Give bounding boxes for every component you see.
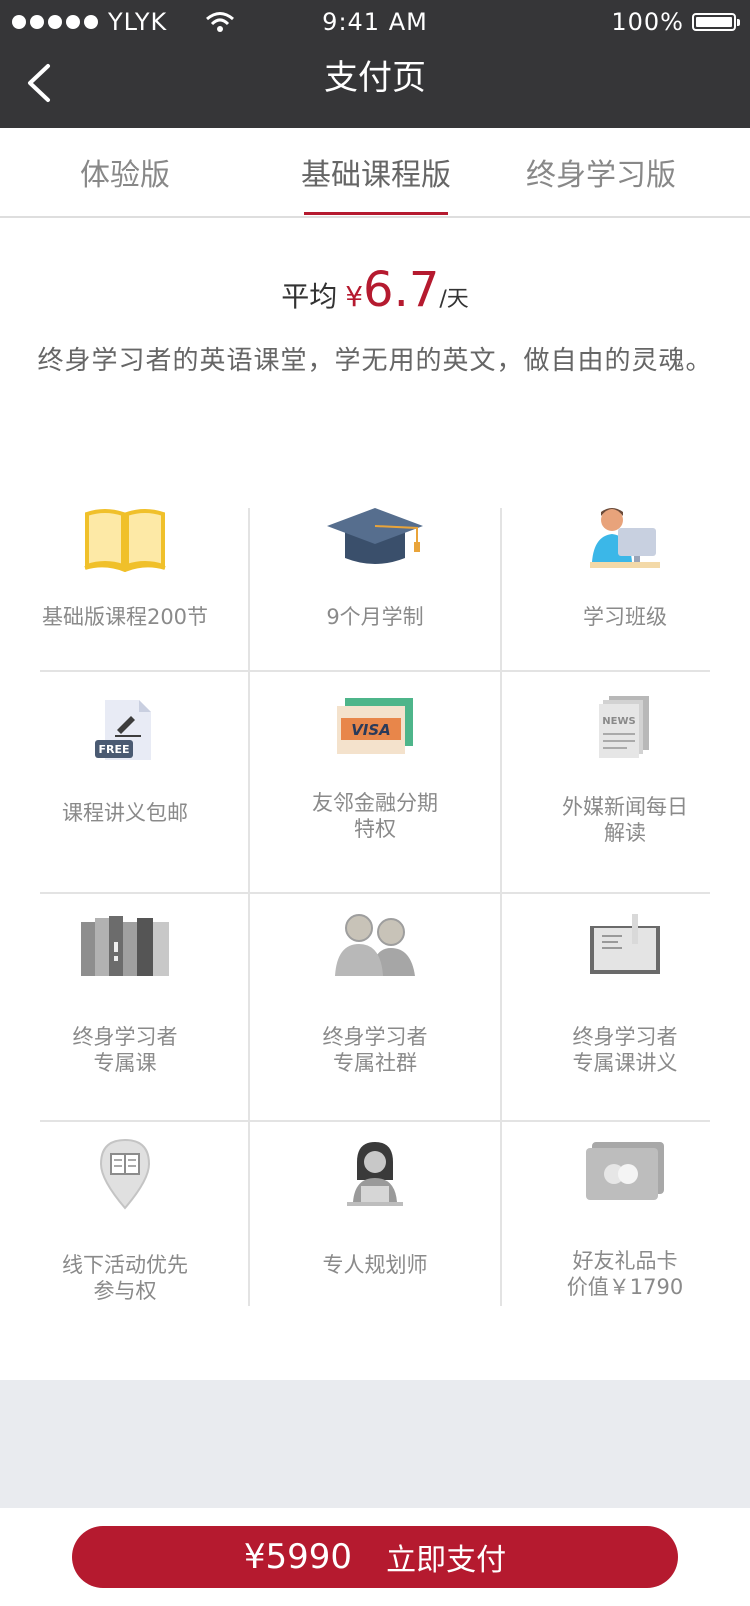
benefits-grid: 基础版课程200节 9个月学制 学习班级 FREE 课程讲义包邮 VISA 友邻… [0,448,750,1380]
benefit-item: 专人规划师 [250,1120,500,1306]
benefit-item: 基础版课程200节 [0,448,250,670]
benefit-label-line2: 专属课讲义 [572,1051,678,1075]
status-bar-right: 100% [611,8,740,36]
community-icon [335,914,415,976]
books-icon [81,916,169,976]
battery-percent: 100% [611,8,684,36]
benefit-label: 专人规划师 [322,1253,428,1277]
price-prefix: 平均 [281,280,338,313]
benefit-label-line2: 特权 [354,817,396,841]
svg-text:FREE: FREE [98,743,129,756]
battery-icon [692,13,740,31]
benefit-item: FREE 课程讲义包邮 [0,670,250,892]
benefit-item: 终身学习者 专属社群 [250,892,500,1120]
planner-icon [347,1142,403,1206]
benefit-label: 9个月学制 [326,605,424,629]
benefit-label: 终身学习者 [72,1025,178,1049]
benefit-label: 课程讲义包邮 [62,801,188,825]
student-computer-icon [590,508,660,568]
benefit-item: 终身学习者 专属课讲义 [500,892,750,1120]
benefit-label: 线下活动优先 [62,1253,188,1277]
benefit-item: 好友礼品卡 价值￥1790 [500,1120,750,1306]
pay-amount: ¥5990 [243,1537,353,1577]
gift-card-icon [586,1142,664,1200]
active-tab-indicator [304,212,448,215]
svg-text:VISA: VISA [351,721,391,739]
book-icon [84,509,166,572]
tab-lifetime[interactable]: 终身学习版 [516,150,686,194]
page-title: 支付页 [324,58,426,98]
benefit-label: 友邻金融分期 [312,791,438,815]
free-document-icon: FREE [95,700,151,760]
benefit-label-line2: 参与权 [93,1279,157,1303]
benefit-item: VISA 友邻金融分期 特权 [250,670,500,892]
slogan: 终身学习者的英语课堂，学无用的英文，做自由的灵魂。 [37,346,713,376]
price-section: 平均 ¥6.7/天 终身学习者的英语课堂，学无用的英文，做自由的灵魂。 [0,218,750,448]
benefit-label: 外媒新闻每日 [562,795,688,819]
benefit-label: 基础版课程200节 [41,605,209,629]
price-amount: 6.7 [363,262,440,318]
average-price: 平均 ¥6.7/天 [0,262,750,318]
benefit-label-line2: 专属社群 [333,1051,417,1075]
graduation-cap-icon [327,508,423,564]
benefit-item: 学习班级 [500,448,750,670]
benefit-label-line2: 专属课 [93,1051,157,1075]
benefit-item: NEWS 外媒新闻每日 解读 [500,670,750,892]
pay-label: 立即支付 [386,1543,507,1578]
benefit-label: 好友礼品卡 [572,1249,678,1273]
pay-now-button[interactable]: ¥5990 立即支付 [72,1526,678,1588]
benefit-label-line2: 解读 [604,821,646,845]
tab-trial[interactable]: 体验版 [40,150,210,194]
pay-bar: ¥5990 立即支付 [0,1508,750,1606]
plan-tabs: 体验版 基础课程版 终身学习版 [0,128,750,218]
benefit-label-line2: 价值￥1790 [566,1275,684,1299]
newspaper-icon: NEWS [599,696,649,758]
benefit-label: 终身学习者 [322,1025,428,1049]
benefit-label: 终身学习者 [572,1025,678,1049]
svg-text:NEWS: NEWS [602,716,635,727]
location-pin-icon [99,1138,151,1210]
notebook-icon [590,914,660,974]
benefit-item: 9个月学制 [250,448,500,670]
benefit-item: 终身学习者 专属课 [0,892,250,1120]
price-unit: /天 [439,287,469,312]
nav-header: YLYK 9:41 AM 100% 支付页 [0,0,750,128]
price-currency: ¥ [345,280,364,313]
visa-card-icon: VISA [337,698,413,754]
tab-basic[interactable]: 基础课程版 [286,150,466,194]
benefit-item: 线下活动优先 参与权 [0,1120,250,1306]
benefit-label: 学习班级 [583,605,667,629]
